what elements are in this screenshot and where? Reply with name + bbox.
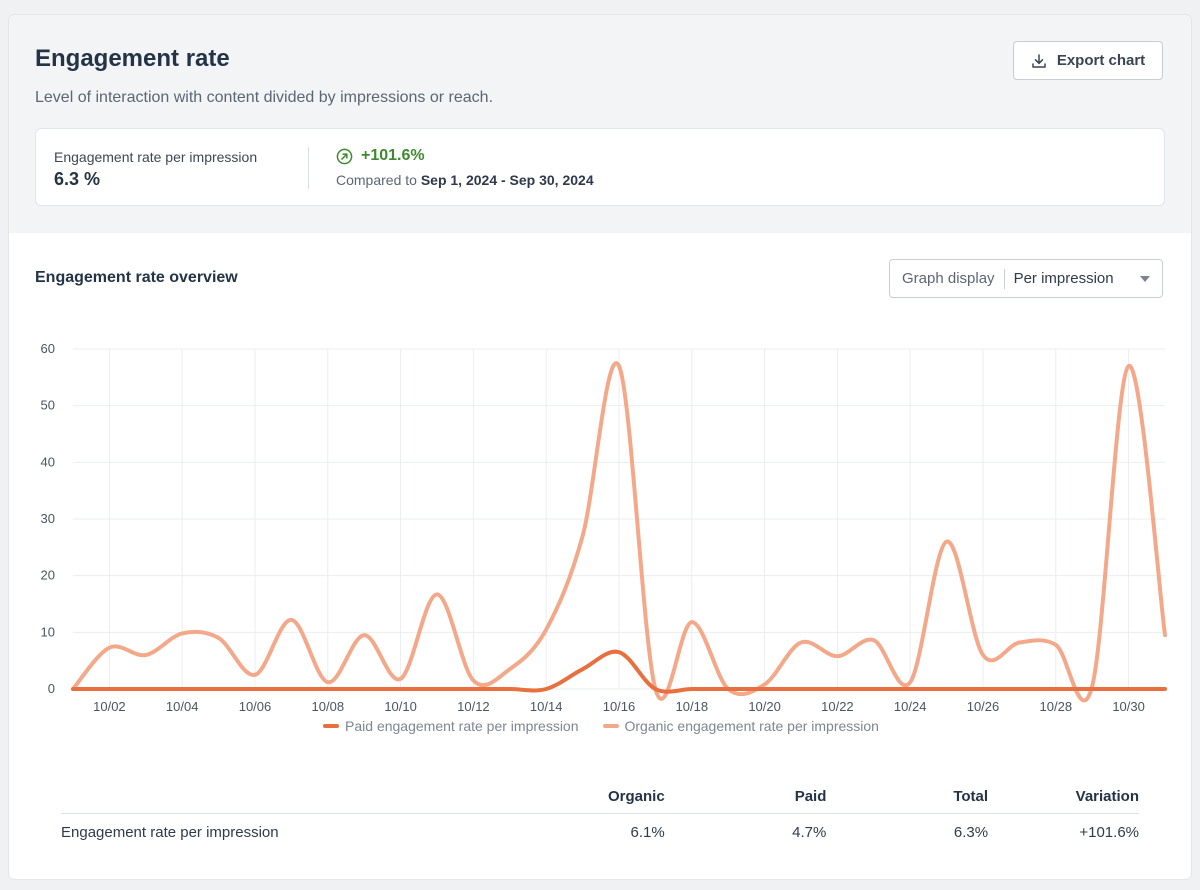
page-subtitle: Level of interaction with content divide… xyxy=(35,89,494,106)
summary-divider xyxy=(308,147,309,189)
page-title: Engagement rate xyxy=(35,45,230,72)
graph-display-value: Per impression xyxy=(1013,270,1114,287)
export-chart-label: Export chart xyxy=(1056,52,1146,69)
download-icon xyxy=(1032,53,1046,68)
x-tick-label: 10/02 xyxy=(93,699,126,714)
graph-display-separator xyxy=(1003,268,1005,289)
trend-up-icon xyxy=(336,148,353,164)
table-header-organic: Organic xyxy=(535,788,665,814)
legend-item-organic[interactable]: Organic engagement rate per impression xyxy=(602,718,879,734)
legend-swatch-paid xyxy=(323,724,340,728)
table-row: Engagement rate per impression 6.1% 4.7%… xyxy=(61,814,1139,841)
table-cell-paid: 4.7% xyxy=(792,824,827,841)
x-tick-label: 10/04 xyxy=(166,699,199,714)
compare-prefix: Compared to xyxy=(336,172,417,188)
y-tick-label: 50 xyxy=(41,398,55,413)
compare-text: Compared to Sep 1, 2024 - Sep 30, 2024 xyxy=(336,172,594,188)
x-tick-label: 10/30 xyxy=(1112,699,1145,714)
x-tick-label: 10/18 xyxy=(676,699,709,714)
graph-display-select[interactable]: Graph display Per impression xyxy=(889,259,1163,298)
table-header-metric xyxy=(61,788,536,814)
y-tick-label: 60 xyxy=(41,341,55,356)
summary-delta: +101.6% xyxy=(336,147,425,165)
x-tick-label: 10/20 xyxy=(748,699,781,714)
y-tick-label: 0 xyxy=(48,681,55,696)
y-tick-label: 30 xyxy=(41,511,55,526)
overview-title: Engagement rate overview xyxy=(35,269,238,286)
caret-down-icon xyxy=(1140,275,1150,282)
summary-table: Organic Paid Total Variation Engagement … xyxy=(61,788,1139,841)
engagement-rate-card: Engagement rate Level of interaction wit… xyxy=(8,14,1192,880)
legend-label-organic: Organic engagement rate per impression xyxy=(624,718,879,734)
legend-swatch-organic xyxy=(602,724,619,728)
y-tick-label: 20 xyxy=(41,568,55,583)
chart-legend: Paid engagement rate per impression Orga… xyxy=(9,718,1191,734)
summary-metric-label: Engagement rate per impression xyxy=(54,149,258,165)
engagement-line-chart: 0 10 20 30 40 50 60 10/02 10/04 10/06 10/08 10/10 10… xyxy=(41,341,1167,714)
x-tick-label: 10/22 xyxy=(821,699,854,714)
table-header-variation: Variation xyxy=(988,788,1139,814)
table-header-paid: Paid xyxy=(664,788,827,814)
summary-panel: Engagement rate per impression 6.3 % +10… xyxy=(35,128,1165,206)
x-tick-label: 10/08 xyxy=(312,699,345,714)
x-tick-label: 10/28 xyxy=(1040,699,1073,714)
x-tick-label: 10/12 xyxy=(457,699,490,714)
table-cell-metric: Engagement rate per impression xyxy=(61,824,279,841)
graph-display-label: Graph display xyxy=(902,270,995,287)
x-tick-label: 10/06 xyxy=(239,699,272,714)
legend-item-paid[interactable]: Paid engagement rate per impression xyxy=(323,718,579,734)
summary-metric-value: 6.3 % xyxy=(54,169,101,189)
x-tick-label: 10/26 xyxy=(967,699,1000,714)
table-cell-total: 6.3% xyxy=(953,824,989,841)
x-tick-label: 10/14 xyxy=(530,699,563,714)
table-header-total: Total xyxy=(826,788,989,814)
export-chart-button[interactable]: Export chart xyxy=(1013,41,1163,80)
table-header-row: Organic Paid Total Variation xyxy=(61,788,1139,814)
delta-value: +101.6% xyxy=(361,147,425,164)
y-tick-label: 40 xyxy=(41,454,55,469)
table-cell-variation: +101.6% xyxy=(1079,824,1139,841)
table-cell-organic: 6.1% xyxy=(630,824,665,841)
x-tick-label: 10/24 xyxy=(894,699,927,714)
x-tick-label: 10/10 xyxy=(384,699,417,714)
x-tick-label: 10/16 xyxy=(603,699,636,714)
compare-range: Sep 1, 2024 - Sep 30, 2024 xyxy=(420,172,594,188)
y-tick-label: 10 xyxy=(41,624,55,639)
legend-label-paid: Paid engagement rate per impression xyxy=(345,718,579,734)
